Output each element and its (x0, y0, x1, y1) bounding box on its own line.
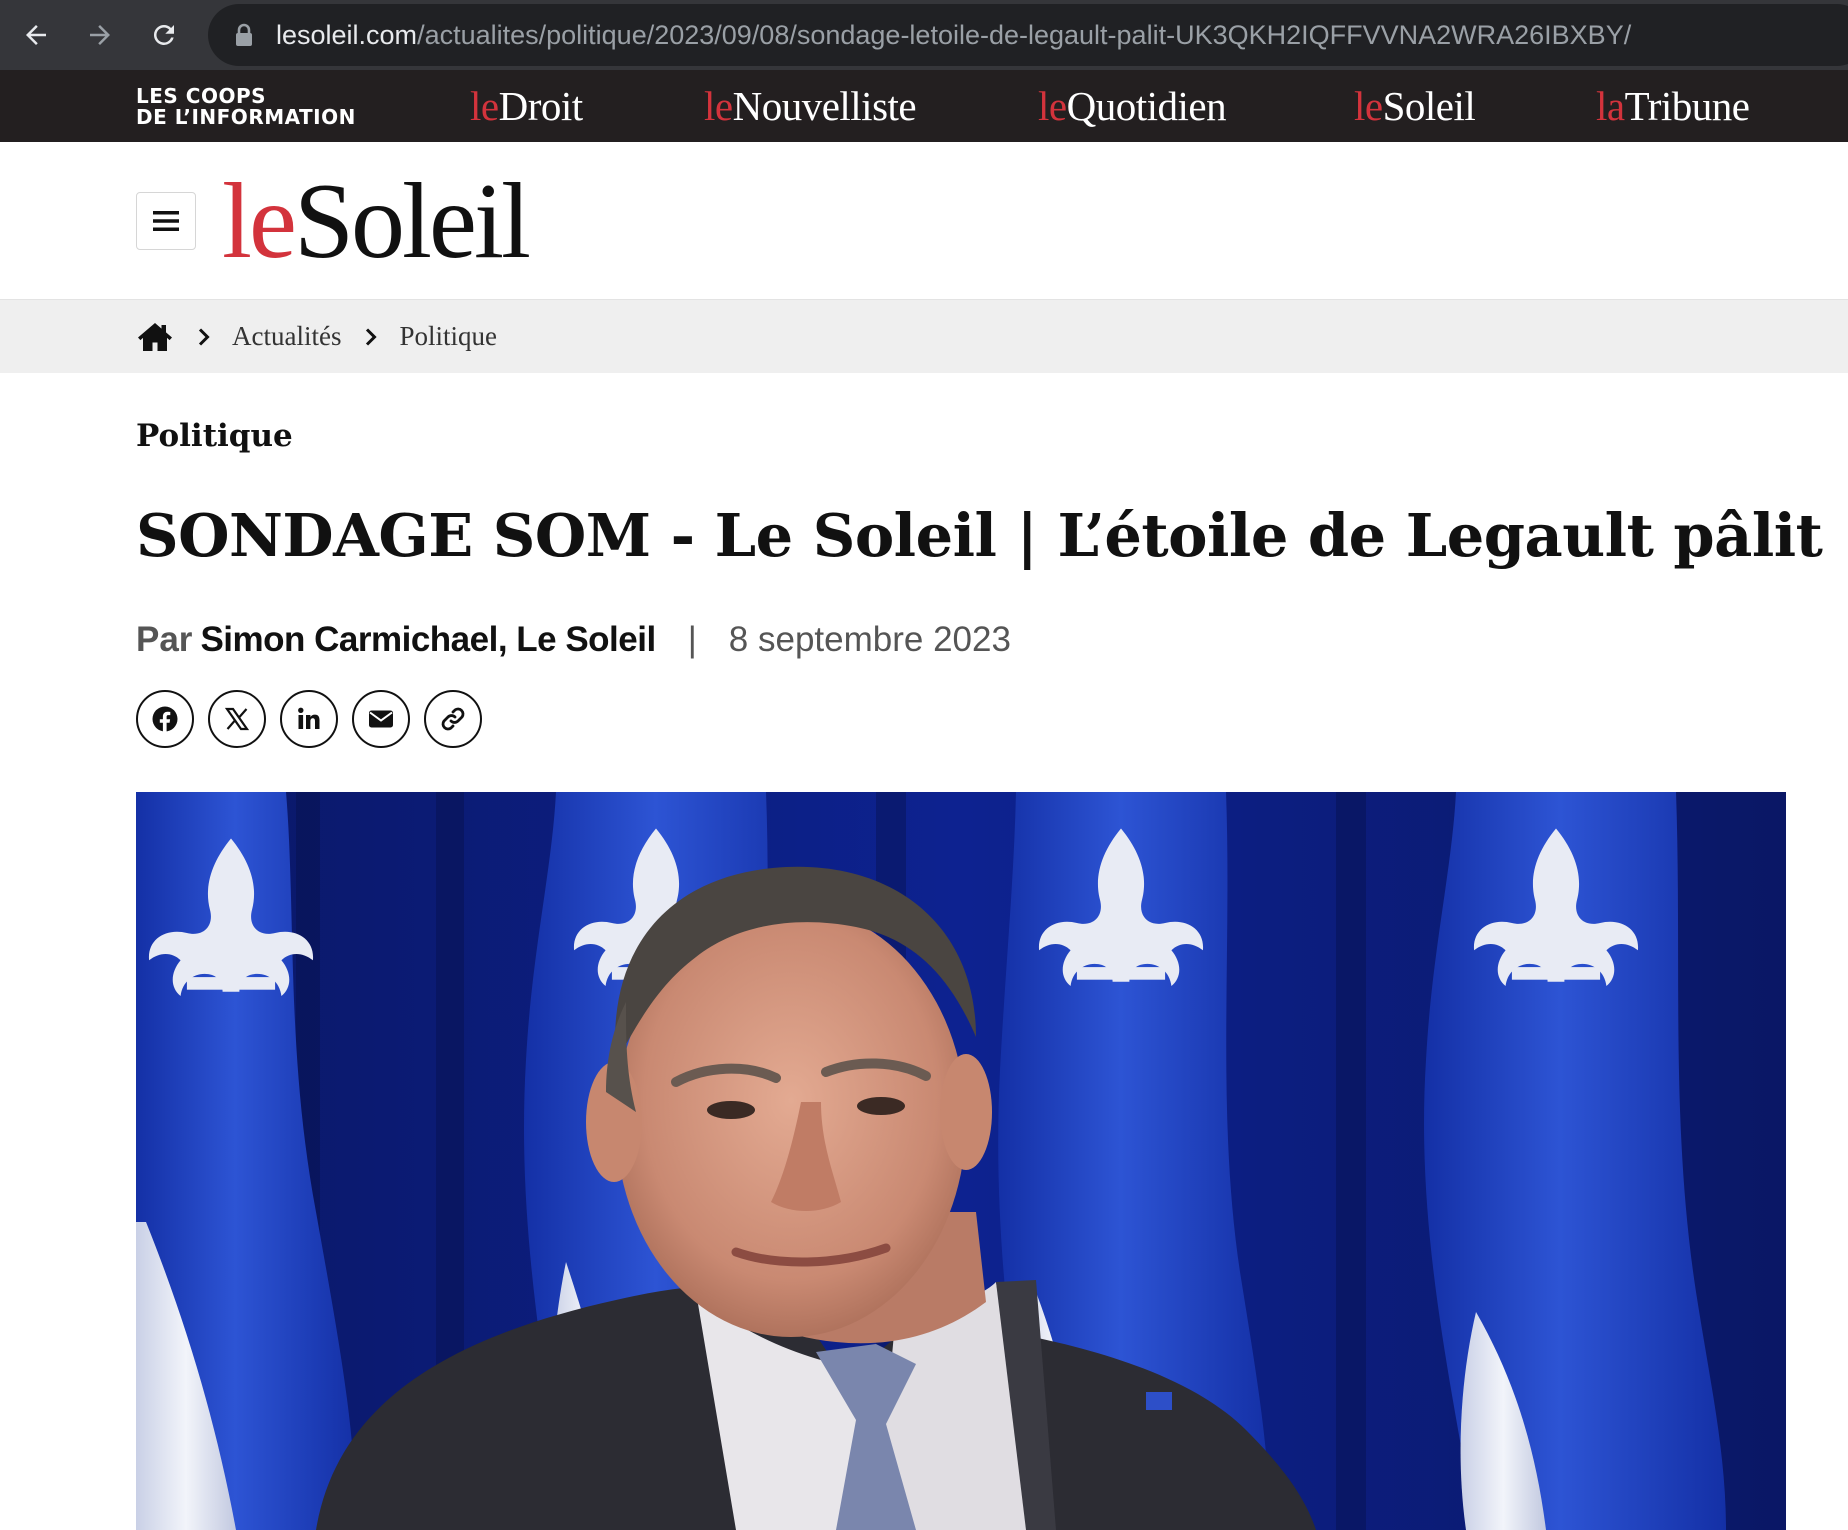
site-logo[interactable]: leSoleil (222, 164, 531, 280)
home-icon[interactable] (136, 321, 174, 353)
hero-photo (136, 792, 1786, 1530)
byline: Par Simon Carmichael, Le Soleil | 8 sept… (136, 620, 1011, 660)
reload-icon (153, 24, 174, 45)
byline-separator: | (687, 620, 697, 659)
coops-logo[interactable]: LES COOPS DE L’INFORMATION (136, 86, 356, 128)
share-linkedin-button[interactable] (280, 690, 338, 748)
arrow-right-icon (90, 25, 110, 45)
arrow-left-icon (26, 25, 46, 45)
copy-link-button[interactable] (424, 690, 482, 748)
share-email-button[interactable] (352, 690, 410, 748)
share-buttons (136, 690, 496, 748)
back-button[interactable] (4, 0, 68, 70)
chevron-right-icon (198, 327, 210, 346)
network-link-ledroit[interactable]: leDroit (470, 82, 583, 130)
url-host: lesoleil.com (276, 19, 418, 50)
network-bar: LES COOPS DE L’INFORMATION leDroit leNou… (0, 70, 1848, 142)
chevron-right-icon (366, 327, 378, 346)
hero-photo-illustration (136, 792, 1786, 1530)
breadcrumb: Actualités Politique (0, 300, 1848, 373)
section-label[interactable]: Politique (136, 418, 293, 454)
reload-button[interactable] (132, 0, 196, 70)
menu-button[interactable] (136, 192, 196, 250)
envelope-icon (369, 710, 393, 728)
publish-date: 8 septembre 2023 (728, 620, 1011, 659)
browser-toolbar: lesoleil.com/actualites/politique/2023/0… (0, 0, 1848, 70)
lock-icon (236, 23, 252, 46)
breadcrumb-item-politique[interactable]: Politique (399, 321, 497, 352)
address-bar[interactable]: lesoleil.com/actualites/politique/2023/0… (208, 4, 1848, 66)
forward-button[interactable] (68, 0, 132, 70)
linkedin-icon (298, 707, 320, 729)
facebook-icon (152, 706, 178, 732)
url-path: /actualites/politique/2023/09/08/sondage… (417, 19, 1632, 50)
share-x-button[interactable] (208, 690, 266, 748)
byline-prefix: Par (136, 620, 193, 659)
link-icon (441, 707, 465, 731)
site-header: leSoleil (0, 142, 1848, 300)
network-link-latribune[interactable]: laTribune (1596, 82, 1750, 130)
hamburger-icon (153, 211, 179, 231)
network-link-lequotidien[interactable]: leQuotidien (1038, 82, 1227, 130)
breadcrumb-item-actualites[interactable]: Actualités (232, 321, 341, 352)
x-icon (224, 707, 250, 731)
network-link-lesoleil[interactable]: leSoleil (1354, 82, 1476, 130)
author-link[interactable]: Simon Carmichael, Le Soleil (200, 620, 656, 660)
share-facebook-button[interactable] (136, 690, 194, 748)
network-link-lenouvelliste[interactable]: leNouvelliste (704, 82, 917, 130)
page-title: SONDAGE SOM - Le Soleil | L’étoile de Le… (136, 501, 1823, 570)
